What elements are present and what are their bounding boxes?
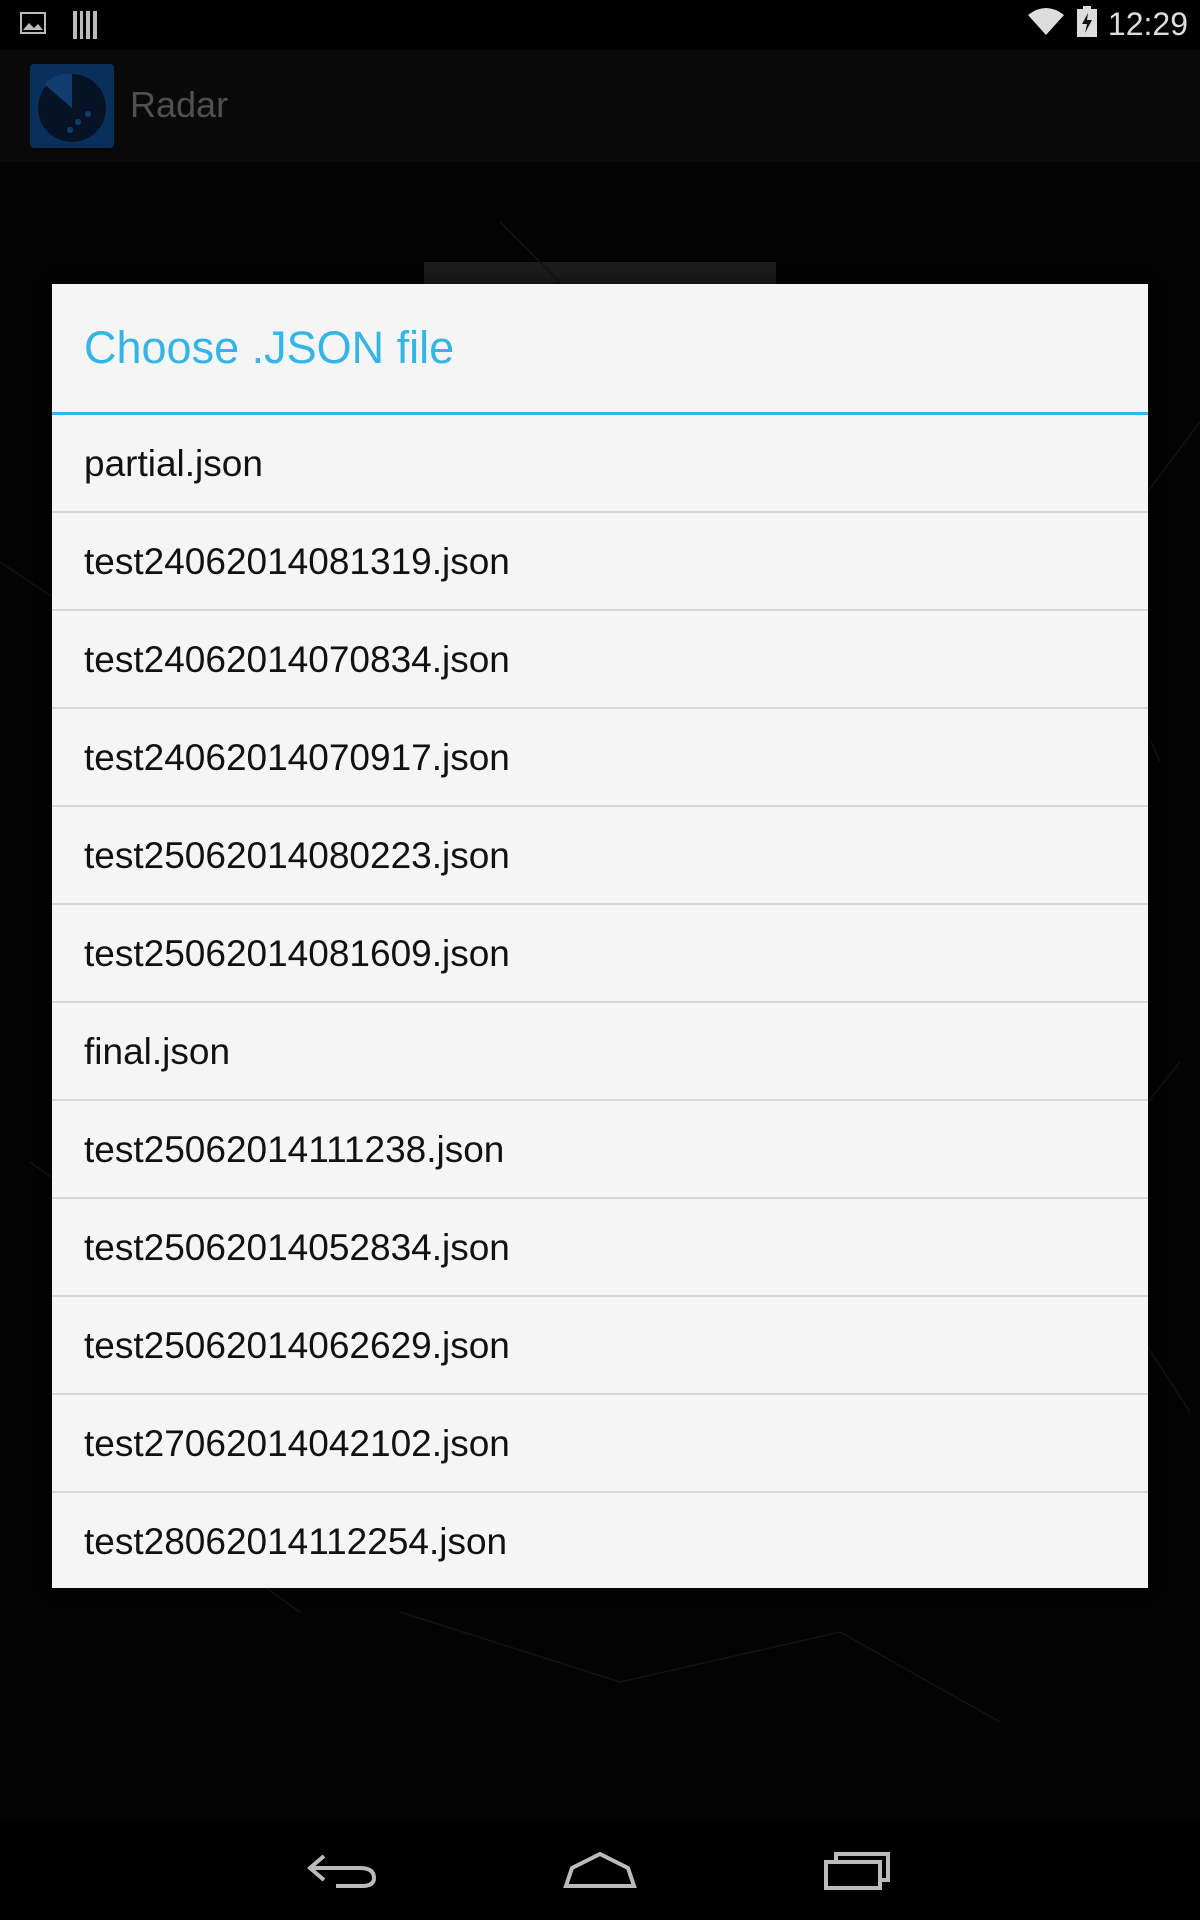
- recent-apps-icon[interactable]: [822, 1850, 892, 1895]
- image-notification-icon: [20, 10, 46, 45]
- file-item[interactable]: test25062014111238.json: [52, 1101, 1148, 1199]
- file-item[interactable]: test25062014062629.json: [52, 1297, 1148, 1395]
- file-item[interactable]: test25062014080223.json: [52, 807, 1148, 905]
- wifi-icon: [1026, 7, 1066, 42]
- file-item[interactable]: test24062014070834.json: [52, 611, 1148, 709]
- file-item[interactable]: test25062014052834.json: [52, 1199, 1148, 1297]
- file-chooser-dialog: Choose .JSON file partial.json test24062…: [52, 284, 1148, 1588]
- battery-charging-icon: [1076, 6, 1098, 43]
- file-item[interactable]: test24062014081319.json: [52, 513, 1148, 611]
- home-icon[interactable]: [562, 1850, 638, 1895]
- barcode-notification-icon: [72, 10, 98, 45]
- file-item[interactable]: test28062014112254.json: [52, 1493, 1148, 1591]
- back-icon[interactable]: [306, 1850, 378, 1895]
- status-bar: 12:29: [0, 0, 1200, 50]
- file-item[interactable]: partial.json: [52, 415, 1148, 513]
- file-item[interactable]: test27062014042102.json: [52, 1395, 1148, 1493]
- file-item[interactable]: test24062014070917.json: [52, 709, 1148, 807]
- file-item[interactable]: test25062014081609.json: [52, 905, 1148, 1003]
- file-list: partial.json test24062014081319.json tes…: [52, 415, 1148, 1591]
- clock: 12:29: [1107, 6, 1188, 42]
- navigation-bar: [0, 1820, 1200, 1920]
- dialog-title: Choose .JSON file: [52, 284, 1148, 415]
- file-item[interactable]: final.json: [52, 1003, 1148, 1101]
